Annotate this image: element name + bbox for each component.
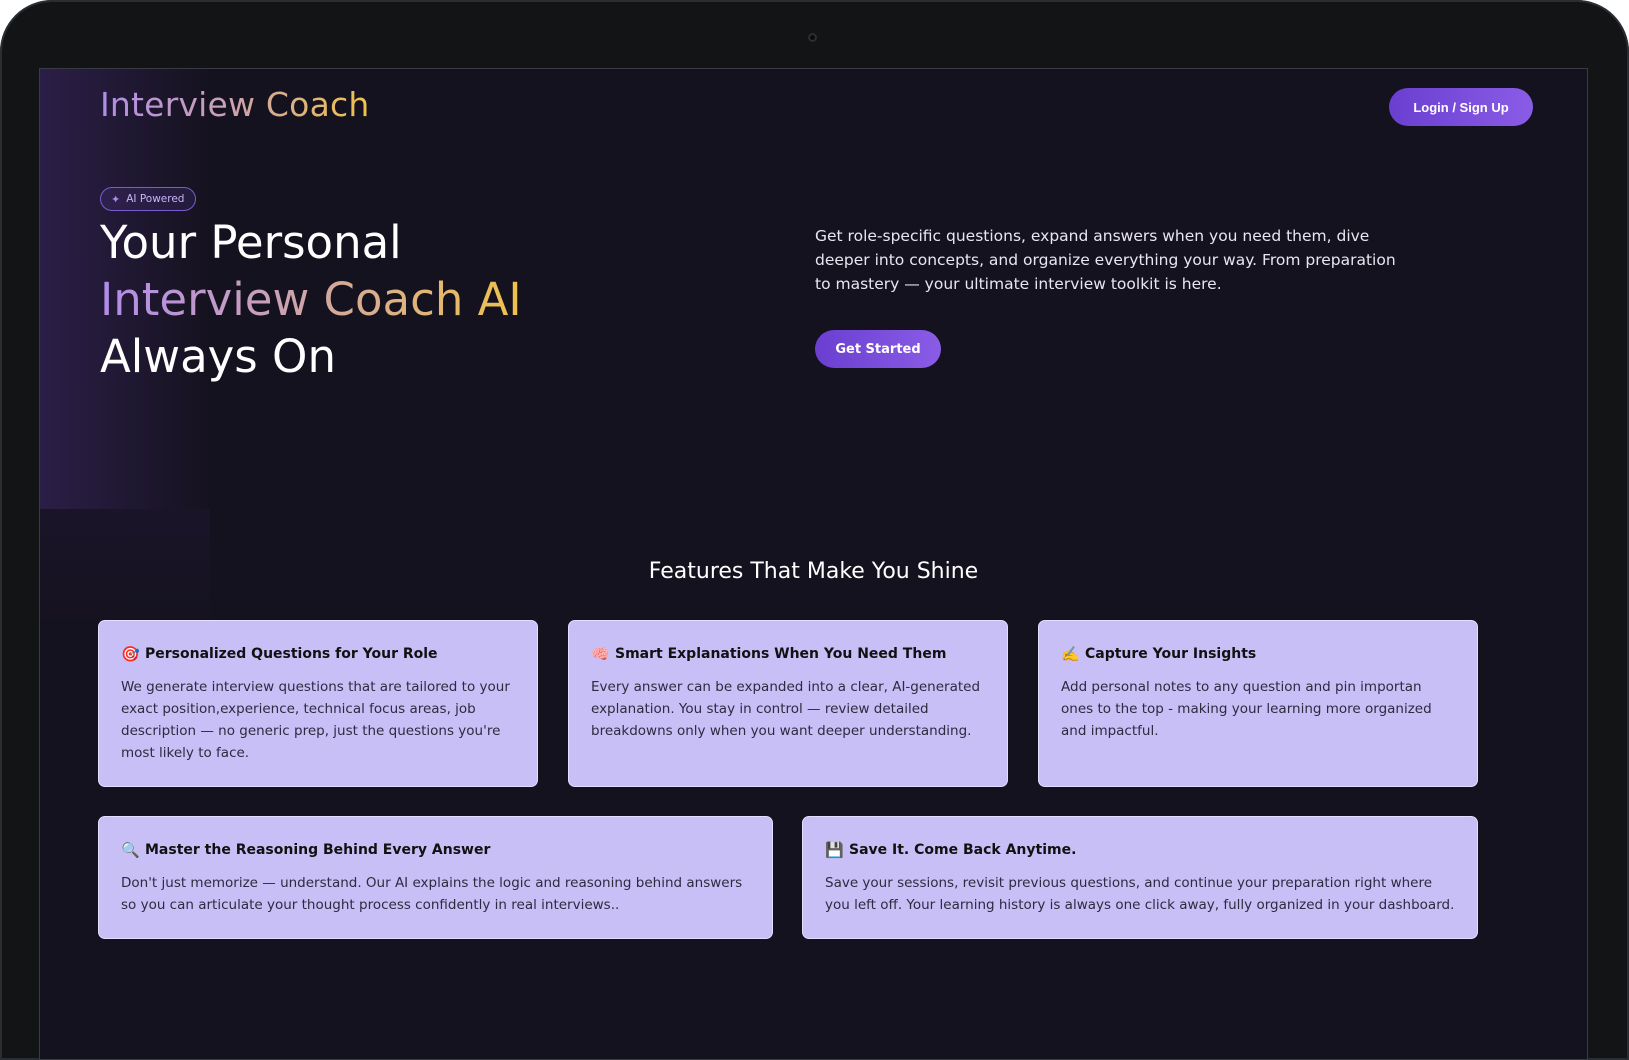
feature-card: 💾 Save It. Come Back Anytime. Save your … <box>802 816 1478 939</box>
target-icon: 🎯 <box>121 645 140 663</box>
feature-card-body: Every answer can be expanded into a clea… <box>591 679 981 739</box>
feature-card-body: Don't just memorize — understand. Our AI… <box>121 875 743 913</box>
feature-card-header: ✍️ Capture Your Insights <box>1061 645 1455 663</box>
app-screen: Interview Coach Login / Sign Up ✦ AI Pow… <box>39 68 1588 1060</box>
features-heading: Features That Make You Shine <box>648 559 979 584</box>
feature-card-header: 🎯 Personalized Questions for Your Role <box>121 645 515 663</box>
feature-card-body: Save your sessions, revisit previous que… <box>825 875 1455 913</box>
floppy-disk-icon: 💾 <box>825 841 844 859</box>
laptop-frame: Interview Coach Login / Sign Up ✦ AI Pow… <box>0 0 1629 1060</box>
hero-title-line3: Always On <box>100 330 336 383</box>
login-signup-button[interactable]: Login / Sign Up <box>1389 88 1533 126</box>
feature-card-header: 🔍 Master the Reasoning Behind Every Answ… <box>121 841 750 859</box>
brand-logo[interactable]: Interview Coach <box>100 85 369 124</box>
feature-card-title: Save It. Come Back Anytime. <box>849 842 1077 858</box>
ai-powered-badge: ✦ AI Powered <box>100 187 197 211</box>
get-started-button[interactable]: Get Started <box>815 330 941 368</box>
sparkles-icon: ✦ <box>111 192 121 206</box>
feature-card-title: Master the Reasoning Behind Every Answer <box>145 842 491 858</box>
feature-card-body: We generate interview questions that are… <box>121 679 510 761</box>
feature-card-title: Personalized Questions for Your Role <box>145 646 438 662</box>
feature-card: 🔍 Master the Reasoning Behind Every Answ… <box>98 816 773 939</box>
feature-card-header: 🧠 Smart Explanations When You Need Them <box>591 645 985 663</box>
hero-title-line1: Your Personal <box>100 216 402 269</box>
magnifier-icon: 🔍 <box>121 841 140 859</box>
feature-card-title: Capture Your Insights <box>1085 646 1257 662</box>
feature-card: 🧠 Smart Explanations When You Need Them … <box>568 620 1008 787</box>
brain-icon: 🧠 <box>591 645 610 663</box>
hero-title-line2: Interview Coach AI <box>100 273 522 326</box>
hero-title: Your Personal Interview Coach AI Always … <box>100 214 522 385</box>
feature-card-title: Smart Explanations When You Need Them <box>615 646 947 662</box>
feature-card-header: 💾 Save It. Come Back Anytime. <box>825 841 1455 859</box>
hero-description: Get role-specific questions, expand answ… <box>815 227 1396 293</box>
feature-card-body: Add personal notes to any question and p… <box>1061 679 1432 739</box>
camera-icon <box>808 33 817 42</box>
feature-card: ✍️ Capture Your Insights Add personal no… <box>1038 620 1478 787</box>
writing-hand-icon: ✍️ <box>1061 645 1080 663</box>
feature-card: 🎯 Personalized Questions for Your Role W… <box>98 620 538 787</box>
badge-label: AI Powered <box>126 193 185 205</box>
